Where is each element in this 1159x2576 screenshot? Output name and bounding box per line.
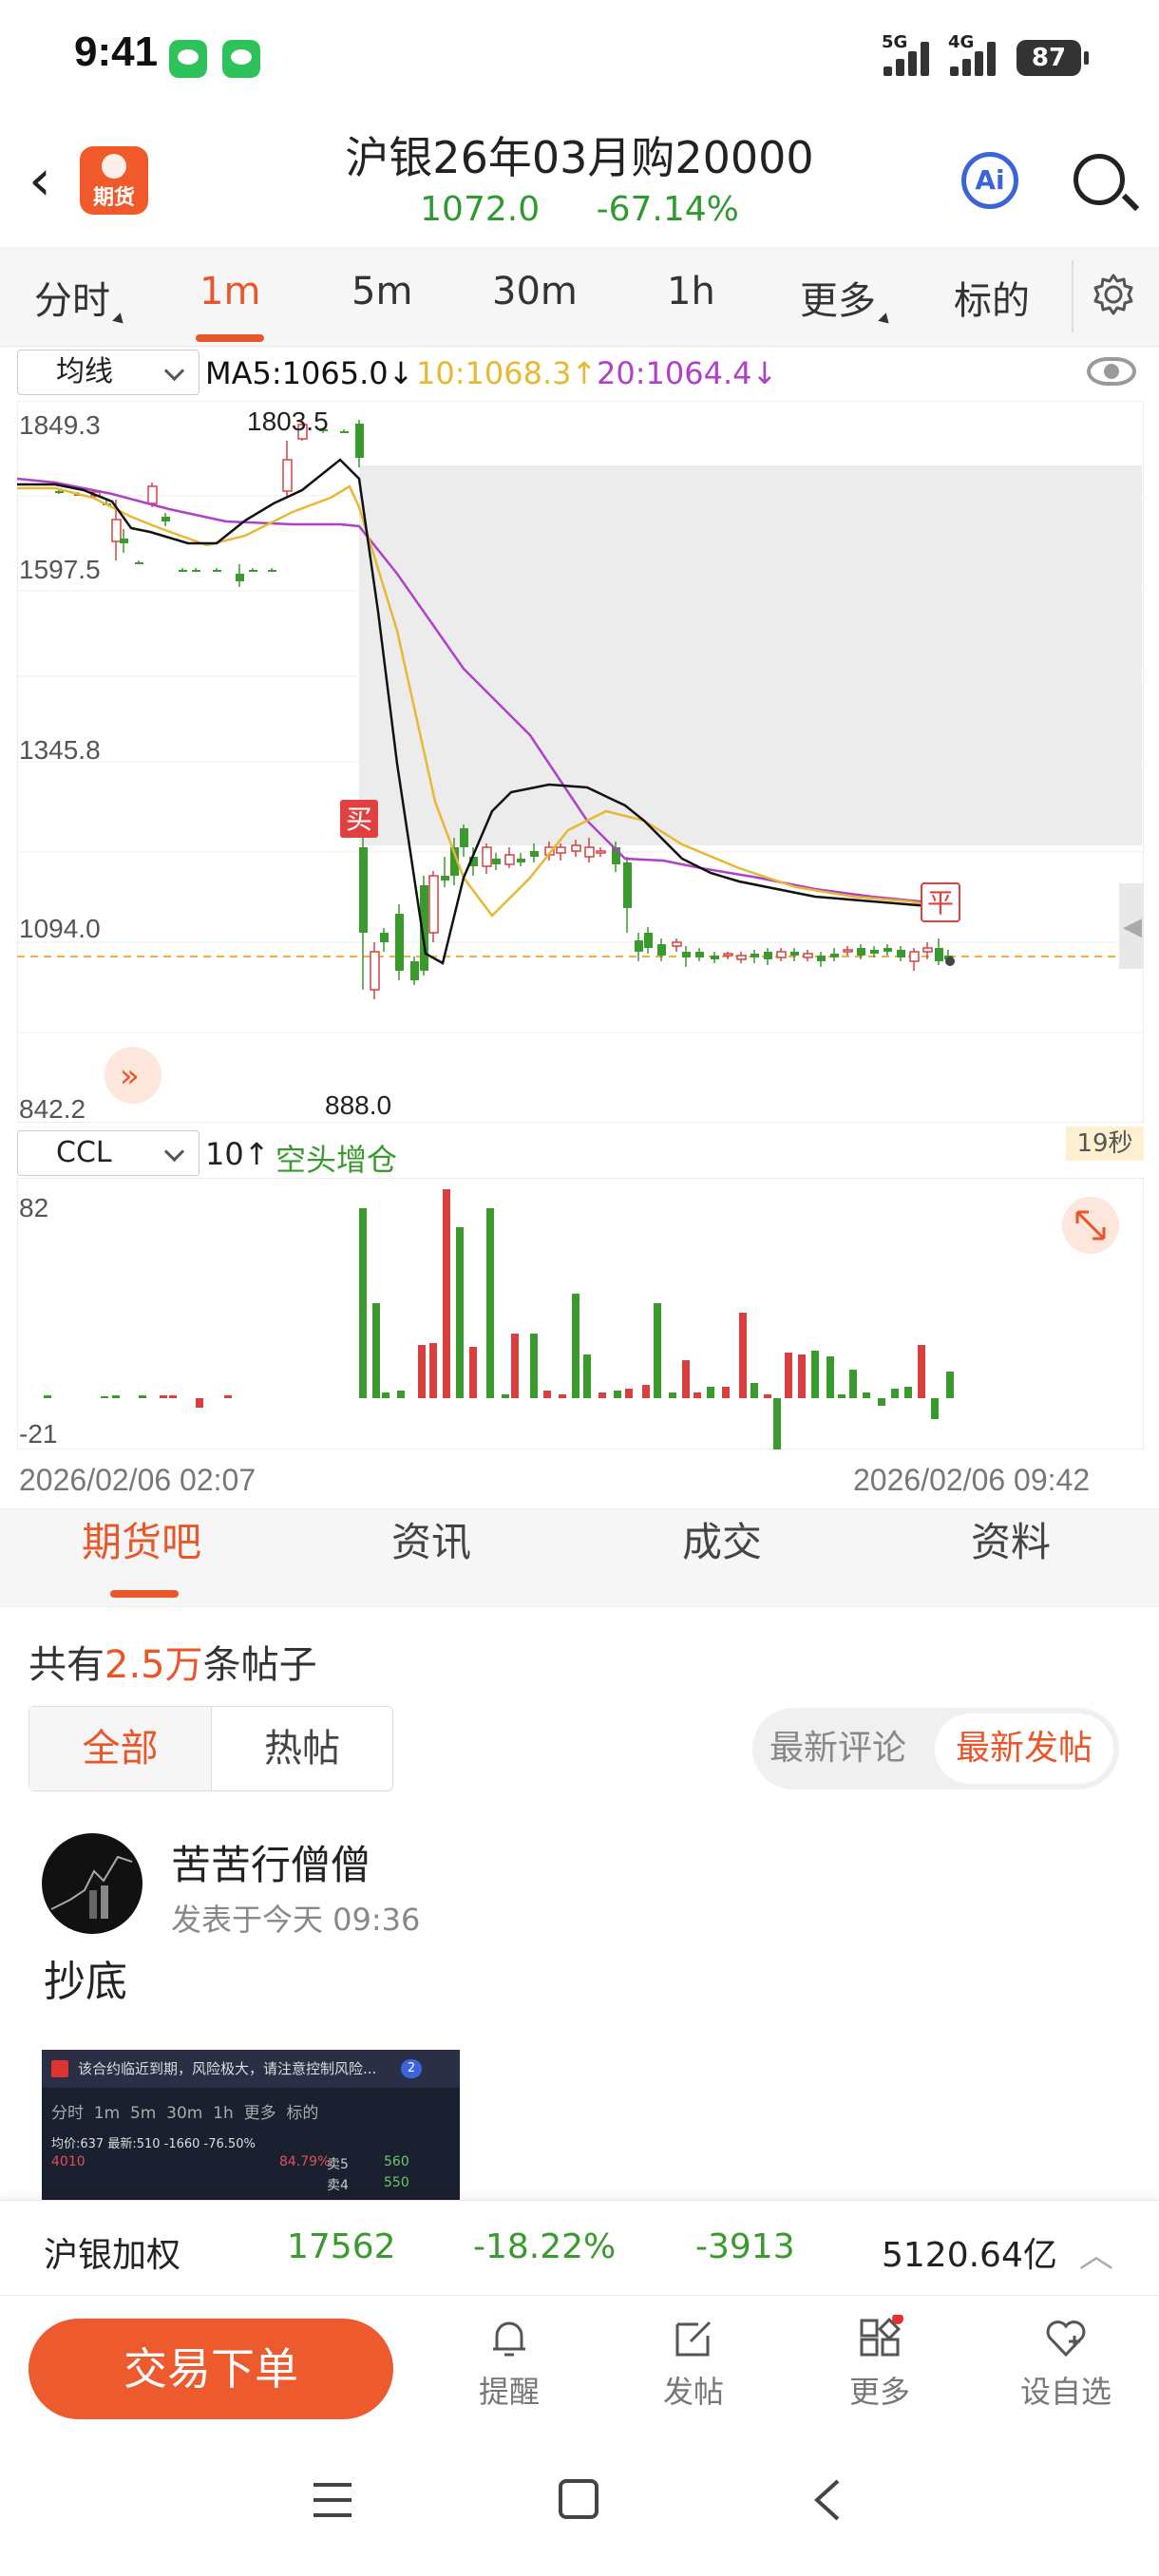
message-icon: [222, 40, 260, 78]
price-line: 1072.0 -67.14%: [285, 190, 874, 229]
sort-latest-post[interactable]: 最新发帖: [935, 1714, 1113, 1784]
post-count: 共有2.5万条帖子: [28, 1643, 317, 1687]
svg-text:◀: ◀: [1123, 913, 1142, 941]
tab-underlying[interactable]: 标的: [954, 270, 1030, 325]
filter-hot[interactable]: 热帖: [212, 1707, 392, 1790]
tab-info[interactable]: 资料: [971, 1510, 1051, 1568]
chevron-up-icon[interactable]: ︿: [1079, 2227, 1113, 2277]
thumb-warning: 该合约临近到期，风险极大，请注意控制风险...: [78, 2060, 377, 2077]
tab-news[interactable]: 资讯: [391, 1510, 471, 1568]
post-filter: 全部 热帖: [28, 1706, 393, 1791]
tab-trades[interactable]: 成交: [682, 1510, 762, 1568]
y-label-3: 1345.8: [19, 735, 101, 765]
tab-more[interactable]: 更多: [800, 270, 893, 328]
post-button[interactable]: 发帖: [636, 2315, 750, 2412]
time-start: 2026/02/06 02:07: [19, 1463, 256, 1497]
high-label: 1803.5: [247, 407, 329, 436]
ccl-value: 10↑: [205, 1136, 270, 1172]
time-end: 2026/02/06 09:42: [853, 1463, 1091, 1497]
thumb-tabs: 分时 1m 5m 30m 1h 更多 标的: [51, 2104, 319, 2123]
ccl-top-label: 82: [19, 1193, 49, 1222]
current-price: 1072.0: [420, 190, 541, 229]
sort-toggle: 最新评论 最新发帖: [752, 1708, 1119, 1790]
buy-marker-text: 买: [346, 804, 372, 835]
countdown-timer: 19秒: [1066, 1127, 1144, 1161]
thumb-line: 均价:637 最新:510 -1660 -76.50%: [51, 2137, 256, 2151]
menu-icon[interactable]: [310, 2479, 355, 2521]
tab-1m[interactable]: 1m: [200, 270, 260, 313]
ticker-amount: 5120.64亿: [882, 2236, 1057, 2275]
post-image[interactable]: 该合约临近到期，风险极大，请注意控制风险... 2 分时 1m 5m 30m 1…: [42, 2050, 460, 2202]
y-label-4: 1094.0: [19, 914, 101, 943]
ccl-bar-chart[interactable]: [17, 1178, 1144, 1449]
edit-icon: [675, 2320, 712, 2357]
grid-icon: [860, 2315, 903, 2357]
bottom-bar: 交易下单 提醒 发帖 更多 设自选: [0, 2295, 1159, 2437]
add-watchlist-button[interactable]: 设自选: [1009, 2315, 1123, 2412]
status-bar: 9:41 5G 4G 87: [0, 0, 1159, 114]
period-tabs: 分时 1m 5m 30m 1h 更多 标的: [0, 247, 1159, 347]
underlying-ticker[interactable]: 沪银加权 17562 -18.22% -3913 5120.64亿 ︿: [0, 2200, 1159, 2295]
eye-icon[interactable]: [1087, 357, 1136, 386]
header: ‹ 期货 沪银26年03月购20000 1072.0 -67.14% Ai: [0, 114, 1159, 247]
ticker-name: 沪银加权: [44, 2236, 181, 2275]
signal-icon: [884, 38, 940, 76]
futures-logo: 期货: [80, 146, 148, 215]
settings-gear-icon[interactable]: [1091, 272, 1136, 317]
post-username[interactable]: 苦苦行僧僧: [171, 1833, 370, 1891]
trade-order-button[interactable]: 交易下单: [28, 2319, 393, 2419]
heart-plus-icon: [1046, 2320, 1086, 2358]
y-label-bottom: 842.2: [19, 1094, 86, 1124]
candlestick-chart[interactable]: 买 平 ◀ »: [17, 401, 1144, 1123]
y-label-top: 1849.3: [19, 410, 101, 440]
price-change: -67.14%: [596, 190, 739, 229]
ticker-change: -3913: [695, 2227, 795, 2266]
status-time: 9:41: [74, 28, 159, 75]
shaded-zone: [359, 465, 1142, 845]
ccl-select[interactable]: CCL: [17, 1130, 200, 1176]
page-title: 沪银26年03月购20000: [345, 132, 814, 183]
ticker-price: 17562: [287, 2227, 396, 2266]
ccl-status: 空头增仓: [276, 1142, 398, 1178]
y-label-2: 1597.5: [19, 555, 101, 584]
tab-5m[interactable]: 5m: [352, 270, 412, 313]
ma5-value: MA5:1065.0↓: [205, 355, 414, 391]
filter-all[interactable]: 全部: [29, 1707, 212, 1790]
close-marker-text: 平: [927, 887, 954, 919]
ma-select[interactable]: 均线: [17, 350, 200, 395]
ma10-value: 10:1068.3↑: [416, 355, 598, 391]
ai-button[interactable]: Ai: [961, 152, 1018, 209]
low-label: 888.0: [325, 1090, 392, 1120]
tab-1h[interactable]: 1h: [667, 270, 715, 313]
tab-forum[interactable]: 期货吧: [82, 1510, 201, 1568]
post-time: 发表于今天 09:36: [171, 1902, 421, 1938]
tab-30m[interactable]: 30m: [492, 270, 578, 313]
ma-indicator-row: 均线 MA5:1065.0↓ 10:1068.3↑ 20:1064.4↓: [17, 350, 1144, 399]
sort-latest-comment[interactable]: 最新评论: [770, 1708, 906, 1790]
signal-icon-2: [950, 38, 1007, 76]
ccl-bottom-label: -21: [19, 1419, 58, 1449]
search-icon[interactable]: [1074, 154, 1125, 205]
alert-button[interactable]: 提醒: [452, 2315, 566, 2412]
tab-timeshare[interactable]: 分时: [34, 270, 127, 328]
back-nav-icon[interactable]: [809, 2477, 844, 2523]
bell-icon: [493, 2321, 525, 2357]
back-button[interactable]: ‹: [28, 152, 76, 209]
wechat-icon: [169, 40, 207, 78]
tab-underline: [196, 334, 264, 342]
ticker-pct: -18.22%: [473, 2227, 617, 2266]
home-icon[interactable]: [557, 2477, 600, 2521]
avatar[interactable]: [42, 1833, 142, 1934]
more-button[interactable]: 更多: [823, 2315, 937, 2412]
ccl-row: CCL 10↑ 空头增仓: [17, 1130, 587, 1178]
system-nav-bar: [0, 2437, 1159, 2576]
post-content[interactable]: 抄底: [44, 1947, 127, 2008]
battery-icon: 87: [1016, 40, 1089, 76]
ma20-value: 20:1064.4↓: [597, 355, 778, 391]
svg-text:»: »: [120, 1057, 140, 1095]
